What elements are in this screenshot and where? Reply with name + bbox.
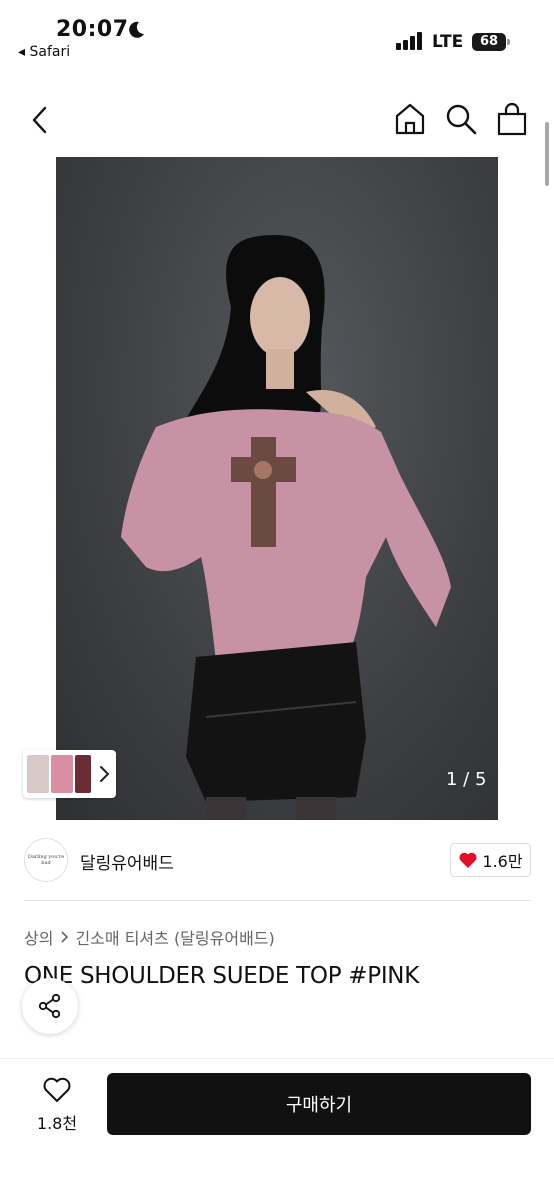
thumbnail-1[interactable] (27, 755, 49, 793)
battery-level: 68 (472, 33, 506, 51)
moon-icon (129, 21, 144, 38)
chevron-right-icon[interactable] (97, 764, 111, 784)
product-photo[interactable] (56, 157, 498, 820)
thumbnail-strip[interactable] (23, 750, 116, 798)
breadcrumb-subcategory[interactable]: 긴소매 티셔츠 (달링유어배드) (75, 925, 274, 949)
shopping-bag-icon[interactable] (495, 101, 529, 137)
wishlist-button[interactable]: 1.8천 (30, 1076, 84, 1134)
network-label: LTE (432, 32, 464, 52)
thumbnail-2[interactable] (51, 755, 73, 793)
share-icon (38, 993, 61, 1019)
signal-icon (396, 32, 422, 50)
status-bar: 20:07 ◂ Safari LTE 68 (0, 0, 554, 70)
breadcrumb-category[interactable]: 상의 (24, 925, 53, 949)
back-chevron-icon[interactable] (26, 104, 56, 136)
battery-cap (507, 39, 510, 45)
brand-like-button[interactable]: 1.6만 (450, 843, 531, 877)
brand-like-count: 1.6만 (482, 852, 523, 871)
search-icon[interactable] (444, 102, 478, 136)
brand-logo[interactable]: Darling you're bad (24, 838, 68, 882)
page-scrollbar[interactable] (545, 122, 549, 186)
brand-logo-text: Darling you're bad (27, 854, 65, 866)
heart-filled-icon (459, 852, 477, 868)
buy-button[interactable]: 구매하기 (107, 1073, 531, 1135)
share-button[interactable] (22, 978, 78, 1034)
expand-button[interactable] (498, 764, 532, 798)
brand-name[interactable]: 달링유어배드 (80, 849, 174, 874)
thumbnail-3[interactable] (75, 755, 91, 793)
back-to-app-link[interactable]: ◂ Safari (18, 44, 70, 60)
model-illustration (121, 235, 451, 820)
divider (24, 900, 531, 901)
chevron-right-icon (61, 931, 69, 943)
wishlist-count: 1.8천 (36, 1114, 78, 1133)
product-title: ONE SHOULDER SUEDE TOP #PINK (24, 963, 419, 989)
heart-outline-icon (43, 1077, 71, 1102)
battery-icon: 68 (472, 33, 510, 51)
home-icon[interactable] (393, 102, 427, 136)
clock: 20:07 (56, 17, 129, 42)
image-counter: 1 / 5 (446, 769, 487, 790)
expand-icon (505, 771, 525, 791)
breadcrumb: 상의 긴소매 티셔츠 (달링유어배드) (24, 925, 275, 949)
